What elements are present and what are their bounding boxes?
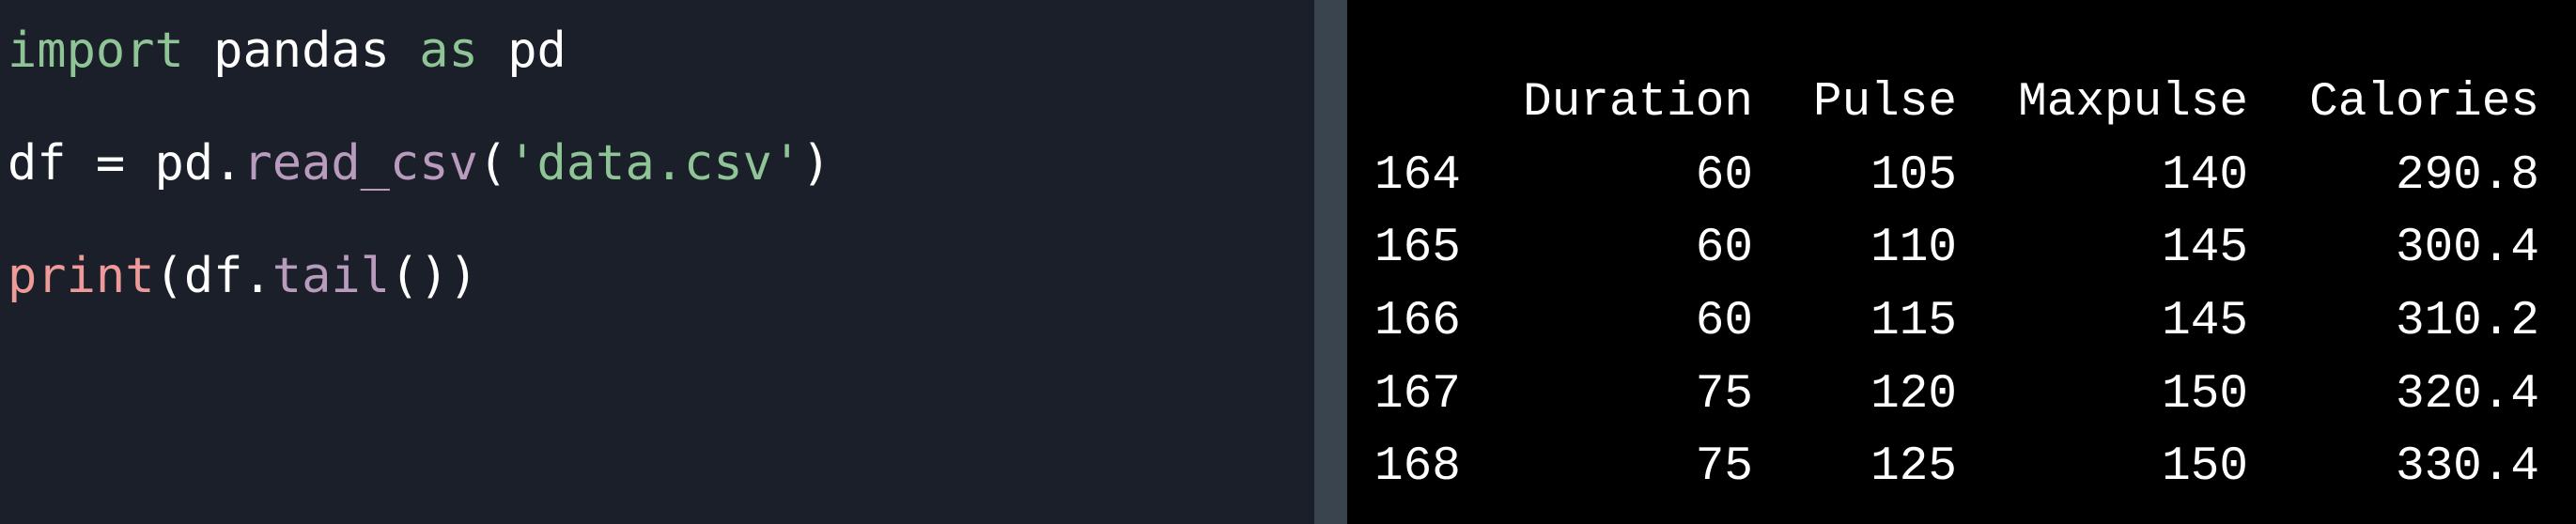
table-header: Duration Pulse Maxpulse Calories (1374, 75, 2539, 131)
cell-pulse: 105 (1870, 149, 1957, 203)
code-text: ()) (390, 248, 478, 304)
cell-duration: 60 (1695, 222, 1753, 275)
cell-calories: 290.8 (2395, 149, 2539, 203)
function-read-csv: read_csv (242, 135, 478, 192)
code-text: ) (801, 135, 831, 192)
cell-maxpulse: 140 (2162, 149, 2248, 203)
cell-duration: 75 (1695, 368, 1753, 422)
header-maxpulse: Maxpulse (2018, 76, 2248, 130)
cell-duration: 60 (1695, 149, 1753, 203)
cell-pulse: 125 (1870, 440, 1957, 494)
cell-maxpulse: 145 (2162, 295, 2248, 348)
code-text: pandas (183, 23, 420, 79)
cell-maxpulse: 150 (2162, 368, 2248, 422)
code-text: (df. (154, 248, 272, 304)
table-row: 165 60 110 145 300.4 (1374, 221, 2539, 277)
row-index: 165 (1374, 222, 1461, 275)
cell-pulse: 120 (1870, 368, 1957, 422)
table-row: 166 60 115 145 310.2 (1374, 294, 2539, 350)
function-tail: tail (272, 248, 391, 304)
keyword-as: as (419, 23, 478, 79)
cell-duration: 60 (1695, 295, 1753, 348)
dataframe-output: Duration Pulse Maxpulse Calories 164 60 10… (1374, 0, 2539, 494)
code-line-import: import pandas as pd (8, 23, 566, 79)
row-index: 168 (1374, 440, 1461, 494)
code-line-read-csv: df = pd.read_csv('data.csv') (8, 135, 831, 192)
table-row: 164 60 105 140 290.8 (1374, 148, 2539, 205)
string-literal: 'data.csv' (507, 135, 802, 192)
cell-calories: 320.4 (2395, 368, 2539, 422)
table-row: 168 75 125 150 330.4 (1374, 439, 2539, 496)
cell-pulse: 115 (1870, 295, 1957, 348)
pane-divider[interactable] (1314, 0, 1347, 524)
code-text: df = pd. (8, 135, 243, 192)
cell-calories: 310.2 (2395, 295, 2539, 348)
cell-maxpulse: 150 (2162, 440, 2248, 494)
row-index: 167 (1374, 368, 1461, 422)
row-index: 166 (1374, 295, 1461, 348)
row-index: 164 (1374, 149, 1461, 203)
header-calories: Calories (2309, 76, 2539, 130)
cell-calories: 300.4 (2395, 222, 2539, 275)
code-text: pd (477, 23, 566, 79)
cell-pulse: 110 (1870, 222, 1957, 275)
header-duration: Duration (1523, 76, 1753, 130)
builtin-print: print (8, 248, 155, 304)
code-text: ( (477, 135, 508, 192)
table-row: 167 75 120 150 320.4 (1374, 367, 2539, 424)
keyword-import: import (8, 23, 184, 79)
cell-maxpulse: 145 (2162, 222, 2248, 275)
cell-calories: 330.4 (2395, 440, 2539, 494)
code-line-print: print(df.tail()) (8, 248, 478, 304)
cell-duration: 75 (1695, 440, 1753, 494)
code-editor[interactable]: import pandas as pd df = pd.read_csv('da… (0, 0, 1314, 524)
header-pulse: Pulse (1812, 76, 1957, 130)
header-index (1374, 75, 1462, 131)
